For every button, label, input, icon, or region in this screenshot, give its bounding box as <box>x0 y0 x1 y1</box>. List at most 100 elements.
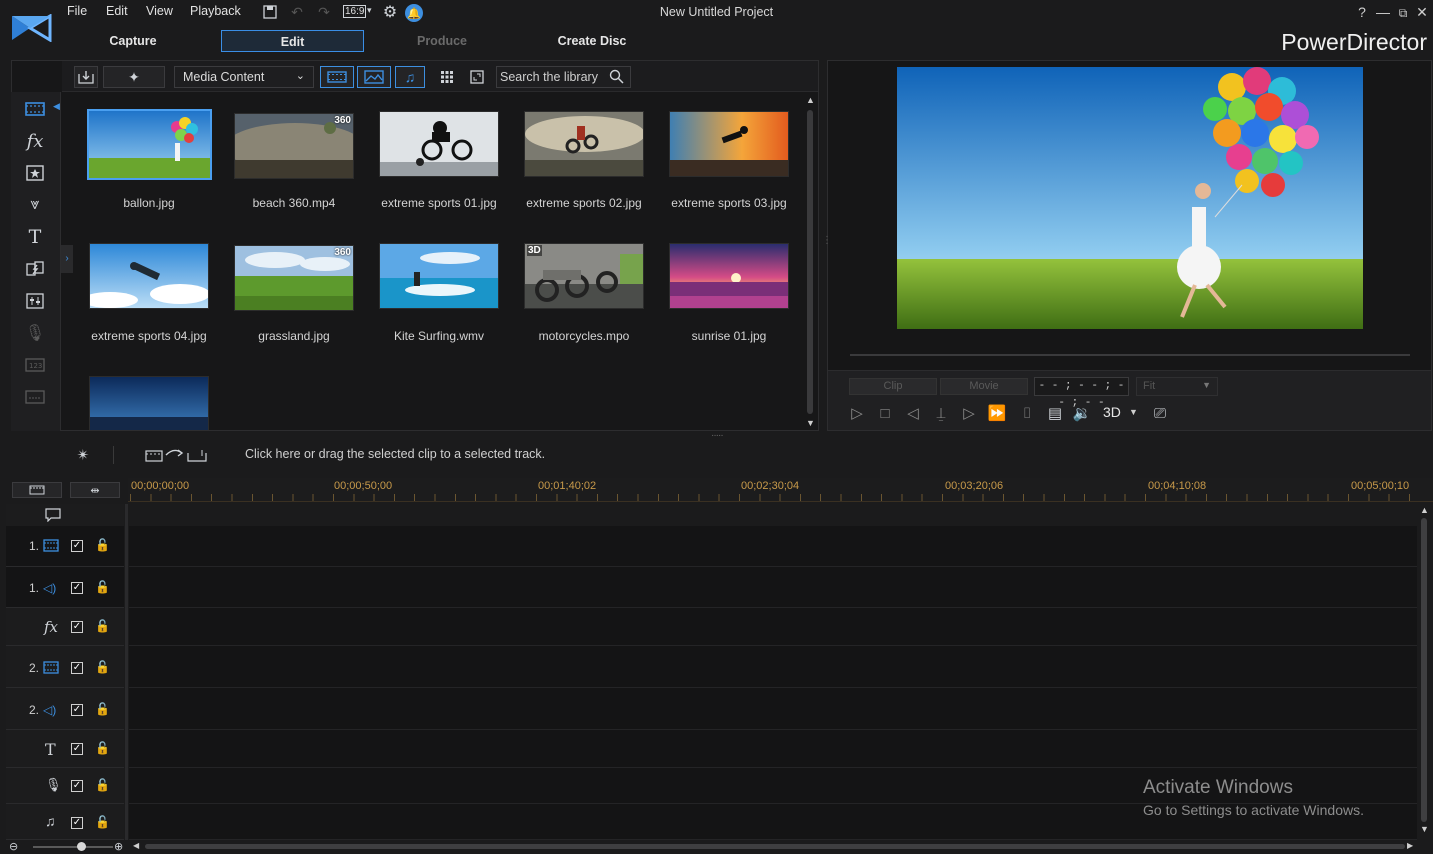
tab-capture[interactable]: Capture <box>72 30 194 52</box>
track-enable-checkbox[interactable]: ✓ <box>71 817 83 829</box>
track-lane-fx[interactable] <box>129 608 1417 646</box>
filter-audio-icon[interactable]: ♫ <box>395 66 425 88</box>
scroll-thumb[interactable] <box>1421 518 1427 822</box>
import-media-icon[interactable] <box>74 66 98 88</box>
search-input[interactable] <box>497 67 605 87</box>
fx-room-icon[interactable]: fx <box>22 129 48 153</box>
lock-icon[interactable]: 🔓 <box>95 741 110 755</box>
subtitle-room-icon[interactable] <box>22 385 48 409</box>
panel-resize-handle[interactable]: ⋮ <box>822 235 832 246</box>
timeline-view-button[interactable] <box>12 482 62 498</box>
settings-gear-icon[interactable]: ⚙ <box>381 3 399 21</box>
scroll-down-icon[interactable]: ▼ <box>806 418 815 428</box>
subtitle-toggle-icon[interactable]: ▤ <box>1044 403 1066 423</box>
clip-mode-tab[interactable]: Clip <box>849 378 937 395</box>
media-thumbnail-ballon[interactable] <box>87 109 212 180</box>
zoom-out-icon[interactable]: ⊖ <box>9 840 18 853</box>
external-display-icon[interactable]: ⎚ <box>1149 403 1171 423</box>
lock-icon[interactable]: 🔓 <box>95 815 110 829</box>
media-thumbnail-kite-surfing[interactable] <box>379 243 499 309</box>
media-thumbnail-partial[interactable] <box>89 376 209 430</box>
media-thumbnail-extreme-sports-03[interactable] <box>669 111 789 177</box>
track-header-divider[interactable] <box>125 504 128 840</box>
timeline-hint-text[interactable]: Click here or drag the selected clip to … <box>245 447 545 461</box>
lock-icon[interactable]: 🔓 <box>95 580 110 594</box>
close-icon[interactable]: ✕ <box>1413 4 1431 21</box>
track-enable-checkbox[interactable]: ✓ <box>71 582 83 594</box>
preview-seek-slider[interactable] <box>850 354 1410 356</box>
split-icon[interactable]: ⍊ <box>930 403 952 423</box>
track-lane-video-2[interactable] <box>129 646 1417 688</box>
fit-timeline-button[interactable]: ⇹ <box>70 482 120 498</box>
menu-file[interactable]: File <box>67 4 87 18</box>
voiceover-room-icon[interactable]: 🎙 <box>22 321 48 345</box>
save-icon[interactable] <box>262 4 278 20</box>
pip-objects-room-icon[interactable] <box>22 161 48 185</box>
lock-icon[interactable]: 🔓 <box>95 702 110 716</box>
insert-clip-mode-icon[interactable] <box>144 446 210 464</box>
3d-mode-button[interactable]: 3D <box>1103 404 1121 420</box>
plugins-icon[interactable]: ✦ <box>103 66 165 88</box>
chapter-room-icon[interactable]: 123 <box>22 353 48 377</box>
tab-create-disc[interactable]: Create Disc <box>531 30 653 52</box>
track-lane-audio-1[interactable] <box>129 567 1417 608</box>
media-room-icon[interactable] <box>22 97 48 121</box>
3d-dropdown-icon[interactable]: ▼ <box>1129 407 1138 417</box>
media-thumbnail-motorcycles[interactable]: 3D <box>524 243 644 309</box>
track-enable-checkbox[interactable]: ✓ <box>71 780 83 792</box>
media-thumbnail-extreme-sports-01[interactable] <box>379 111 499 177</box>
fast-forward-icon[interactable]: ⏩ <box>986 403 1008 423</box>
restore-icon[interactable]: ⧉ <box>1394 6 1412 21</box>
track-lane-audio-2[interactable] <box>129 688 1417 730</box>
search-icon[interactable] <box>609 69 624 87</box>
zoom-fit-dropdown[interactable]: Fit ▼ <box>1136 377 1218 396</box>
notification-bell-icon[interactable]: 🔔 <box>405 4 423 22</box>
next-frame-icon[interactable]: ▷ <box>958 403 980 423</box>
scroll-right-icon[interactable]: ▶ <box>1407 841 1413 850</box>
help-icon[interactable]: ? <box>1353 4 1371 20</box>
tab-edit[interactable]: Edit <box>221 30 364 52</box>
title-room-icon[interactable]: T <box>22 225 48 249</box>
snapshot-icon[interactable]: ⌷ <box>1016 403 1038 423</box>
movie-mode-tab[interactable]: Movie <box>940 378 1028 395</box>
previous-frame-icon[interactable]: ◁ <box>902 403 924 423</box>
library-scrollbar[interactable]: ▲ ▼ <box>806 95 815 428</box>
lock-icon[interactable]: 🔓 <box>95 619 110 633</box>
magic-tools-icon[interactable]: ✴ <box>73 446 93 464</box>
filter-image-icon[interactable] <box>357 66 391 88</box>
track-enable-checkbox[interactable]: ✓ <box>71 704 83 716</box>
undo-icon[interactable]: ↶ <box>288 3 306 21</box>
lock-icon[interactable]: 🔓 <box>95 778 110 792</box>
timeline-horizontal-scrollbar[interactable] <box>145 844 1405 849</box>
scroll-up-icon[interactable]: ▲ <box>806 95 815 105</box>
tab-produce[interactable]: Produce <box>381 30 503 52</box>
lock-icon[interactable]: 🔓 <box>95 660 110 674</box>
audio-mixing-room-icon[interactable] <box>22 289 48 313</box>
menu-playback[interactable]: Playback <box>190 4 241 18</box>
scroll-left-icon[interactable]: ◀ <box>133 841 139 850</box>
library-search-field[interactable] <box>496 66 631 88</box>
minimize-icon[interactable]: — <box>1374 4 1392 20</box>
zoom-slider-knob[interactable] <box>77 842 86 851</box>
zoom-slider[interactable] <box>33 846 113 848</box>
media-thumbnail-beach-360[interactable]: 360 <box>234 113 354 179</box>
media-thumbnail-grassland[interactable]: 360 <box>234 245 354 311</box>
track-enable-checkbox[interactable]: ✓ <box>71 662 83 674</box>
redo-icon[interactable]: ↷ <box>315 3 333 21</box>
splitter-handle[interactable]: ····· <box>711 430 724 441</box>
fullscreen-library-icon[interactable] <box>468 67 486 87</box>
track-enable-checkbox[interactable]: ✓ <box>71 540 83 552</box>
filter-video-icon[interactable] <box>320 66 354 88</box>
media-thumbnail-extreme-sports-02[interactable] <box>524 111 644 177</box>
transition-room-icon[interactable] <box>22 257 48 281</box>
timeline-vertical-scrollbar[interactable]: ▲ ▼ <box>1419 505 1429 836</box>
scroll-thumb[interactable] <box>807 110 813 414</box>
expand-panel-icon[interactable]: › <box>61 245 73 273</box>
lock-icon[interactable]: 🔓 <box>95 538 110 552</box>
media-content-dropdown[interactable]: Media Content ⌄ <box>174 66 314 88</box>
volume-icon[interactable]: 🔉 <box>1071 403 1093 423</box>
grid-view-icon[interactable] <box>438 67 456 87</box>
stop-icon[interactable]: □ <box>874 403 896 423</box>
scroll-down-icon[interactable]: ▼ <box>1420 824 1429 834</box>
track-lane-video-1[interactable] <box>129 526 1417 567</box>
